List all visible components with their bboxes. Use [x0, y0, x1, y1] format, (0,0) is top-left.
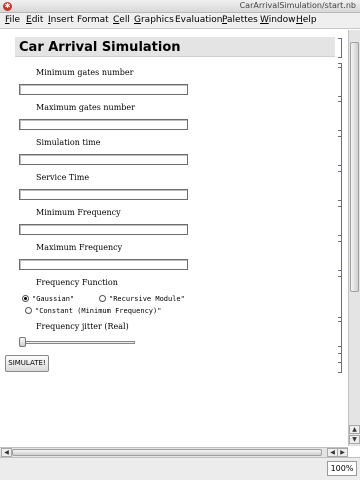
- scroll-up-icon[interactable]: ▲: [349, 425, 360, 434]
- menu-help[interactable]: Help: [296, 15, 317, 26]
- menu-insert[interactable]: Insert: [48, 15, 74, 26]
- status-bar: 100%: [0, 457, 360, 480]
- page-title: Car Arrival Simulation: [19, 40, 181, 55]
- menu-bar: File Edit Insert Format Cell Graphics Ev…: [0, 13, 360, 29]
- title-cell: Car Arrival Simulation: [15, 37, 335, 57]
- cell-bracket[interactable]: [338, 276, 342, 318]
- menu-edit[interactable]: Edit: [26, 15, 43, 26]
- min-gates-label: Minimum gates number: [36, 68, 134, 77]
- vertical-scroll-thumb[interactable]: [350, 42, 359, 292]
- max-frequency-field[interactable]: [19, 259, 188, 270]
- cell-bracket[interactable]: [338, 353, 342, 373]
- frequency-function-label: Frequency Function: [36, 278, 118, 287]
- notebook-area: Car Arrival Simulation Minimum gates num…: [0, 30, 348, 447]
- menu-palettes[interactable]: Palettes: [222, 15, 258, 26]
- mathematica-icon[interactable]: ✱: [3, 2, 12, 11]
- menu-evaluation[interactable]: Evaluation: [175, 15, 223, 26]
- horizontal-scrollbar[interactable]: ◀ ◀ ▶: [0, 447, 348, 457]
- cell-bracket[interactable]: [338, 136, 342, 166]
- min-frequency-field[interactable]: [19, 224, 188, 235]
- cell-bracket[interactable]: [338, 321, 342, 347]
- vertical-scrollbar[interactable]: ▲ ▼: [348, 30, 360, 446]
- max-gates-field[interactable]: [19, 119, 188, 130]
- menu-graphics[interactable]: Graphics: [134, 15, 174, 26]
- radio-gaussian[interactable]: [22, 295, 29, 302]
- radio-constant-label: "Constant (Minimum Frequency)": [35, 307, 162, 315]
- radio-constant[interactable]: [25, 307, 32, 314]
- simulation-time-label: Simulation time: [36, 138, 101, 147]
- simulation-time-field[interactable]: [19, 154, 188, 165]
- radio-gaussian-label: "Gaussian": [32, 295, 75, 303]
- service-time-label: Service Time: [36, 173, 90, 182]
- menu-file[interactable]: File: [5, 15, 20, 26]
- cell-bracket[interactable]: [338, 101, 342, 131]
- window-title: CarArrivalSimulation/start.nb: [239, 1, 356, 10]
- cell-bracket[interactable]: [338, 206, 342, 236]
- min-gates-field[interactable]: [19, 84, 188, 95]
- title-bar: ✱ CarArrivalSimulation/start.nb: [0, 0, 360, 13]
- max-gates-label: Maximum gates number: [36, 103, 135, 112]
- cell-brackets: [336, 30, 346, 447]
- jitter-label: Frequency jitter (Real): [36, 322, 129, 331]
- scroll-down-icon[interactable]: ▼: [349, 435, 360, 444]
- simulate-button[interactable]: SIMULATE!: [5, 355, 49, 372]
- menu-format[interactable]: Format: [77, 15, 109, 26]
- scroll-left-icon[interactable]: ◀: [1, 448, 12, 457]
- horizontal-scroll-thumb[interactable]: [12, 449, 322, 456]
- jitter-slider-track[interactable]: [22, 341, 135, 344]
- menu-window[interactable]: Window: [260, 15, 296, 26]
- min-frequency-label: Minimum Frequency: [36, 208, 121, 217]
- cell-bracket[interactable]: [338, 241, 342, 271]
- jitter-slider-thumb[interactable]: [19, 337, 26, 347]
- scroll-right-icon[interactable]: ▶: [337, 448, 348, 457]
- radio-recursive-module-label: "Recursive Module": [109, 295, 185, 303]
- max-frequency-label: Maximum Frequency: [36, 243, 123, 252]
- zoom-level[interactable]: 100%: [327, 461, 357, 476]
- cell-bracket[interactable]: [338, 67, 342, 97]
- service-time-field[interactable]: [19, 189, 188, 200]
- radio-recursive-module[interactable]: [99, 295, 106, 302]
- cell-bracket[interactable]: [338, 171, 342, 201]
- cell-bracket[interactable]: [338, 38, 342, 58]
- menu-cell[interactable]: Cell: [113, 15, 130, 26]
